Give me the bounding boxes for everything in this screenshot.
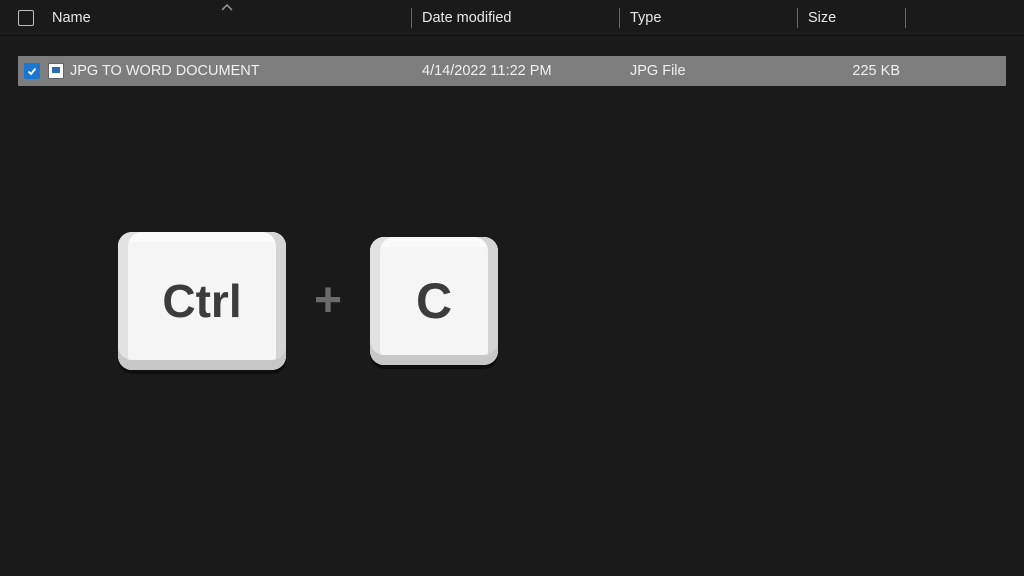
column-separator[interactable] (905, 8, 906, 28)
file-name: JPG TO WORD DOCUMENT (70, 63, 260, 79)
column-header-name-label: Name (52, 10, 91, 26)
select-all-checkbox[interactable] (18, 10, 34, 26)
sort-caret-up-icon (221, 0, 233, 15)
file-size: 225 KB (852, 63, 900, 79)
row-checkbox-cell[interactable] (18, 63, 42, 79)
file-type-cell: JPG File (620, 63, 798, 79)
shortcut-plus: + (314, 277, 342, 325)
column-header-type-label: Type (630, 10, 661, 26)
select-all-cell[interactable] (18, 10, 42, 26)
column-header-date[interactable]: Date modified (412, 0, 620, 36)
column-header-size-label: Size (808, 10, 836, 26)
column-header-size[interactable]: Size (798, 0, 906, 36)
keyboard-shortcut-overlay: Ctrl + C (118, 232, 498, 370)
row-checkbox[interactable] (24, 63, 40, 79)
jpg-file-icon (48, 63, 64, 79)
keycap-c-label: C (416, 272, 452, 330)
keycap-ctrl: Ctrl (118, 232, 286, 370)
file-name-cell[interactable]: JPG TO WORD DOCUMENT (42, 63, 412, 79)
column-header-date-label: Date modified (422, 10, 511, 26)
column-header-type[interactable]: Type (620, 0, 798, 36)
column-header-row: Name Date modified Type Size (0, 0, 1024, 36)
file-date-cell: 4/14/2022 11:22 PM (412, 63, 620, 79)
keycap-c: C (370, 237, 498, 365)
keycap-ctrl-label: Ctrl (162, 274, 241, 328)
file-type: JPG File (630, 63, 686, 79)
file-size-cell: 225 KB (798, 63, 906, 79)
column-header-name[interactable]: Name (42, 0, 412, 36)
file-date: 4/14/2022 11:22 PM (422, 63, 552, 79)
file-list: JPG TO WORD DOCUMENT 4/14/2022 11:22 PM … (0, 36, 1024, 86)
file-row[interactable]: JPG TO WORD DOCUMENT 4/14/2022 11:22 PM … (18, 56, 1006, 86)
